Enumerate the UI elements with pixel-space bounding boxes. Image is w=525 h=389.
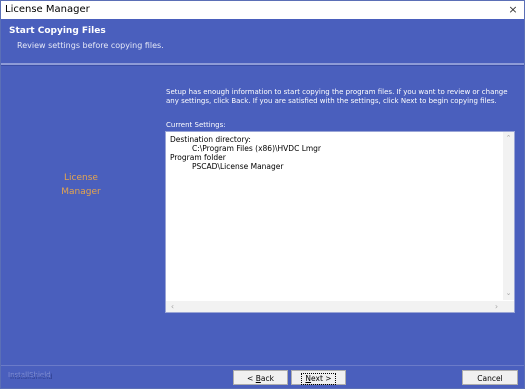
sidebar-brand-line1: License (64, 173, 98, 183)
next-label: ext > (311, 374, 332, 383)
sidebar-brand: License Manager (1, 171, 161, 199)
back-prefix: < (247, 374, 256, 383)
vertical-scrollbar[interactable]: ⌃ ⌄ (503, 132, 514, 300)
cancel-button[interactable]: Cancel (462, 370, 518, 385)
scrollbar-corner (503, 301, 514, 312)
footer-separator (1, 365, 524, 366)
close-icon[interactable]: × (506, 1, 520, 19)
sidebar-brand-line2: Manager (61, 187, 101, 197)
settings-textbox[interactable]: Destination directory: C:\Program Files … (165, 131, 515, 313)
settings-line: Destination directory: (170, 135, 251, 144)
title-bar: License Manager × (1, 1, 524, 19)
current-settings-label: Current Settings: (166, 121, 226, 129)
settings-content: Destination directory: C:\Program Files … (170, 135, 490, 171)
chevron-down-icon[interactable]: ⌄ (503, 288, 514, 299)
setup-window: License Manager × Start Copying Files Re… (0, 0, 525, 389)
chevron-up-icon[interactable]: ⌃ (503, 133, 514, 144)
step-subtitle: Review settings before copying files. (17, 41, 164, 50)
installshield-brand: InstallShield (9, 372, 52, 380)
wizard-header: Start Copying Files Review settings befo… (1, 19, 524, 61)
settings-line: C:\Program Files (x86)\HVDC Lmgr (192, 144, 322, 153)
sidebar: License Manager (1, 67, 161, 337)
step-title: Start Copying Files (9, 26, 106, 36)
intro-text: Setup has enough information to start co… (166, 88, 508, 105)
next-button[interactable]: Next > (291, 370, 346, 385)
chevron-right-icon[interactable]: › (491, 301, 502, 312)
header-divider (1, 63, 524, 66)
window-title: License Manager (5, 4, 90, 15)
settings-line: Program folder (170, 153, 226, 162)
horizontal-scrollbar[interactable]: ‹ › (166, 301, 503, 312)
chevron-left-icon[interactable]: ‹ (167, 301, 178, 312)
wizard-footer: InstallShield < Back Next > Cancel (1, 361, 524, 388)
back-button[interactable]: < Back (233, 370, 288, 385)
settings-line: PSCAD\License Manager (192, 162, 284, 171)
next-focus-ring: Next > (301, 373, 336, 385)
back-label: ack (260, 374, 274, 383)
